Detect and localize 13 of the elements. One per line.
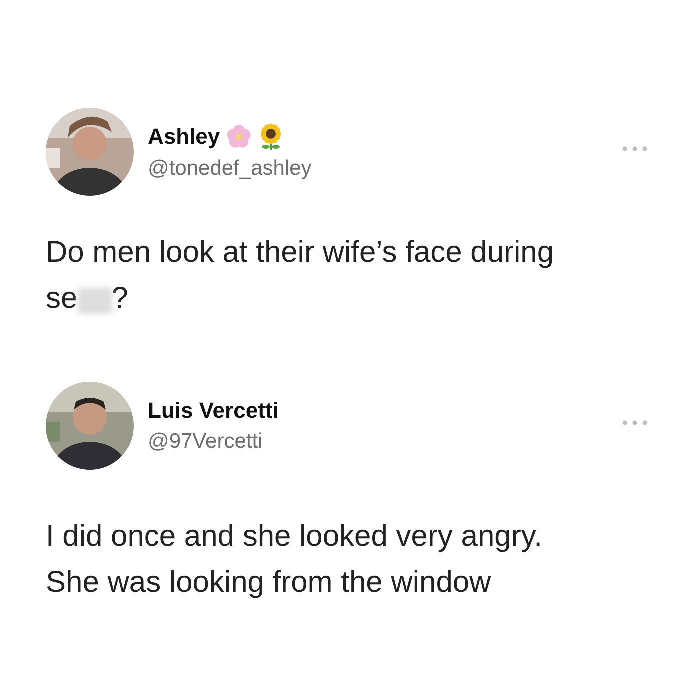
post-text: se [46, 281, 78, 317]
author-handle: @tonedef_ashley [148, 157, 313, 181]
author-handle: @97Vercetti [148, 430, 264, 454]
more-icon[interactable] [622, 146, 648, 152]
post-text: She was looking from the window [46, 565, 492, 601]
post-text: ? [112, 281, 128, 317]
post-text: I did once and she looked very angry. [46, 519, 542, 555]
blurred-word [78, 288, 112, 314]
blossom-icon [226, 124, 252, 150]
more-icon[interactable] [622, 420, 648, 426]
author-name: Luis Vercetti [148, 398, 279, 424]
author-name: Ashley [148, 124, 220, 150]
post-text: Do men look at their wife’s face during [46, 235, 554, 271]
